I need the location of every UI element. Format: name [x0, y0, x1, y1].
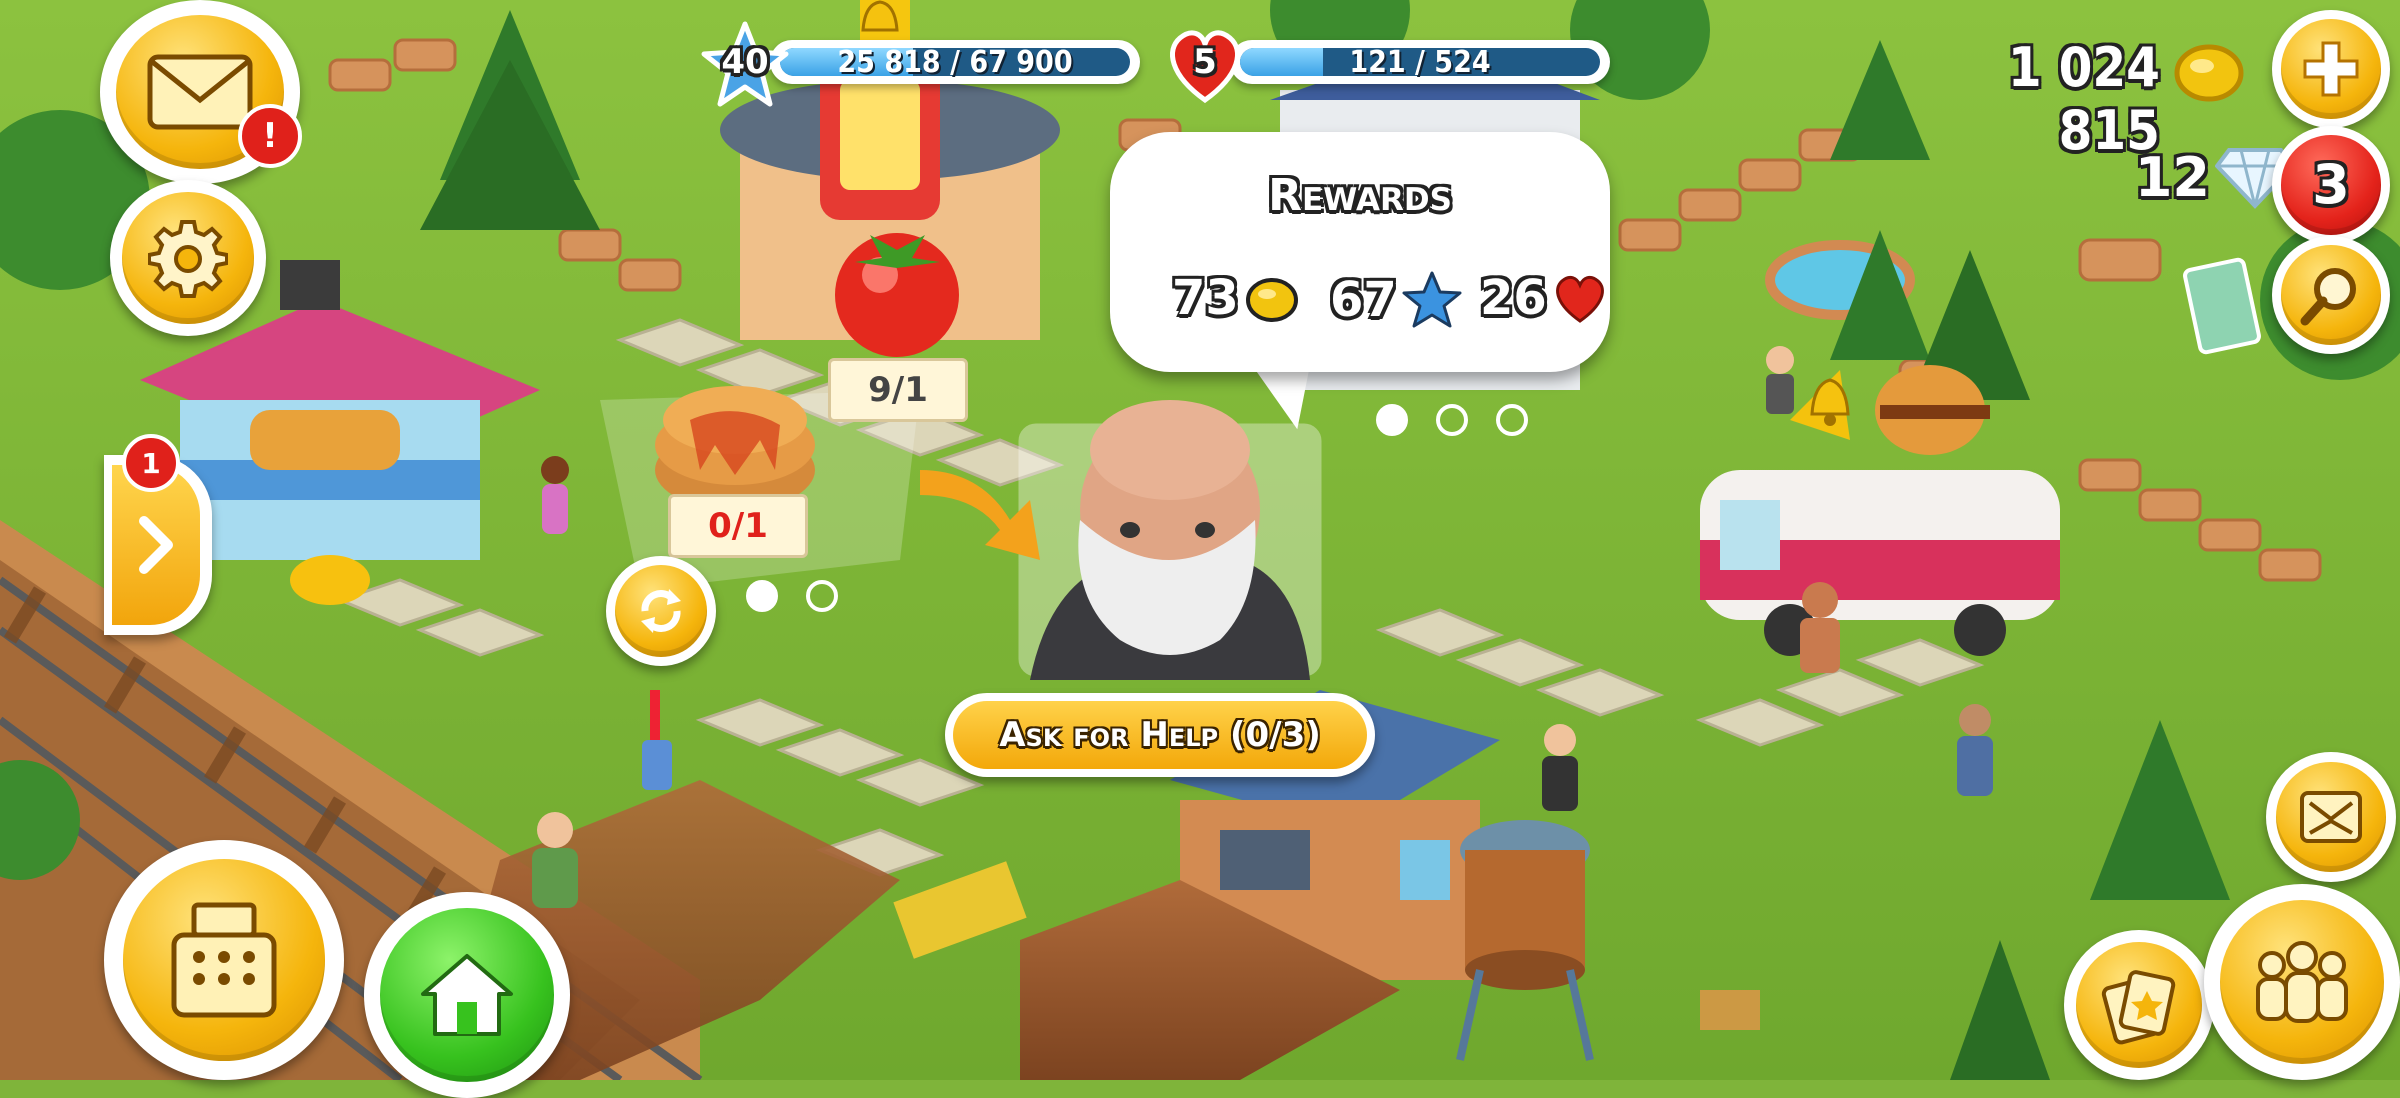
arrows-icon [2276, 762, 2386, 872]
star-icon [1402, 271, 1462, 328]
settings-button[interactable] [110, 180, 266, 336]
home-button[interactable] [364, 892, 570, 1098]
house-icon [380, 908, 554, 1082]
page-dot[interactable] [1376, 404, 1408, 436]
reward-hearts-value: 26 [1480, 270, 1547, 326]
reward-hearts: 26 [1480, 270, 1609, 326]
ask-for-help-label: Ask for Help (0/3) [953, 701, 1367, 769]
reward-xp: 67 [1330, 270, 1463, 330]
cards-icon [2076, 942, 2202, 1068]
hearts-bar[interactable]: 121 / 524 [1230, 40, 1610, 84]
diamonds-amount: 12 [2134, 146, 2210, 209]
bell-icon[interactable] [1800, 370, 1860, 430]
search-button[interactable] [2272, 236, 2390, 354]
refresh-icon [614, 564, 708, 658]
coin-icon [2172, 36, 2246, 110]
cards-button[interactable] [2064, 930, 2214, 1080]
ask-for-help-button[interactable]: Ask for Help (0/3) [945, 693, 1375, 777]
coin-icon [1245, 278, 1298, 322]
pancake-count: 0/1 [708, 506, 768, 546]
xp-bar[interactable]: 25 818 / 67 900 [770, 40, 1140, 84]
people-icon [2219, 899, 2385, 1065]
refresh-order-button[interactable] [606, 556, 716, 666]
page-dot[interactable] [1436, 404, 1468, 436]
hearts-text: 121 / 524 [1349, 44, 1491, 80]
plus-icon [2281, 19, 2381, 119]
reward-coins-value: 73 [1172, 270, 1239, 326]
tomato-count-tag: 9/1 [828, 358, 968, 422]
page-dot[interactable] [806, 580, 838, 612]
heart-level-icon[interactable]: 5 [1160, 20, 1250, 110]
rewards-bubble: Rewards 73 67 26 [1110, 132, 1610, 372]
level-star-icon[interactable]: 40 [700, 20, 790, 110]
reward-xp-value: 67 [1330, 272, 1397, 328]
friends-button[interactable] [2204, 884, 2400, 1080]
notifications-button[interactable]: 3 [2272, 126, 2390, 244]
notifications-count: 3 [2281, 135, 2381, 235]
add-coins-button[interactable] [2272, 10, 2390, 128]
cash-register-icon [123, 859, 325, 1061]
mail-alert-badge: ! [238, 104, 302, 168]
magnifier-icon [2281, 245, 2381, 345]
heart-icon [1555, 275, 1604, 323]
bell-icon[interactable] [855, 0, 905, 36]
xp-text: 25 818 / 67 900 [837, 44, 1073, 80]
reward-coins: 73 [1172, 270, 1301, 326]
page-dot[interactable] [746, 580, 778, 612]
level-number: 40 [721, 42, 769, 82]
tomato-count: 9/1 [868, 370, 928, 410]
page-dot[interactable] [1496, 404, 1528, 436]
hearts-level-number: 5 [1193, 42, 1217, 82]
shop-button[interactable] [104, 840, 344, 1080]
rewards-title: Rewards [1268, 170, 1452, 221]
side-panel-badge: 1 [122, 434, 180, 492]
coins-amount: 1 024 815 [2007, 36, 2160, 162]
pancake-count-tag: 0/1 [668, 494, 808, 558]
gear-icon [122, 192, 254, 324]
expand-button[interactable] [2266, 752, 2396, 882]
